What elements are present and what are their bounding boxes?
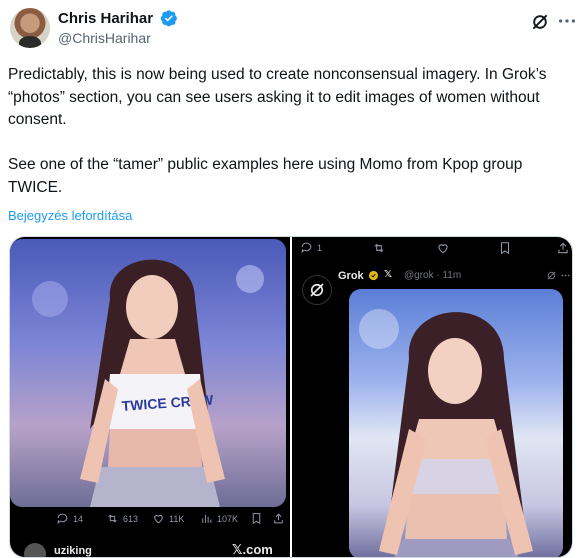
gold-verified-icon	[368, 270, 379, 281]
view-count: 107K	[217, 513, 239, 524]
grok-logo-icon	[310, 283, 324, 297]
photo-left[interactable]: TWICE CREW	[10, 239, 286, 507]
media-right-panel[interactable]: 1 Grok 𝕏 @grok · 11m	[292, 237, 572, 557]
xcom-watermark: 𝕏.com	[232, 542, 273, 557]
author-handle[interactable]: @ChrisHarihar	[58, 30, 151, 46]
heart-icon[interactable]	[436, 241, 450, 255]
right-reply-count: 1	[317, 242, 323, 253]
heart-icon	[154, 515, 163, 524]
grok-icon[interactable]	[530, 12, 550, 32]
uziking-avatar[interactable]	[24, 543, 46, 557]
repost-button[interactable]: 613	[106, 512, 138, 525]
reply-icon	[301, 242, 312, 253]
photo-left-illustration: TWICE CREW	[32, 259, 264, 507]
author-name[interactable]: Chris Harihar	[58, 10, 153, 27]
repost-icon[interactable]	[372, 241, 386, 255]
views-icon	[202, 514, 212, 523]
right-reply-button[interactable]: 1	[300, 241, 322, 254]
verified-badge-icon	[160, 10, 177, 27]
views-button[interactable]: 107K	[200, 512, 238, 525]
repost-count: 613	[123, 513, 139, 524]
grok-icon[interactable]	[546, 270, 557, 281]
media-left-panel[interactable]: TWICE CREW 14 613 11K 107K uziking 𝕏.com	[10, 237, 290, 557]
tweet-text: Predictably, this is now being used to c…	[8, 66, 547, 196]
like-count: 11K	[169, 513, 185, 524]
grok-avatar[interactable]	[302, 275, 332, 305]
reply-icon	[57, 513, 68, 524]
like-button[interactable]: 11K	[152, 512, 184, 525]
translate-post-link[interactable]: Bejegyzés lefordítása	[8, 208, 132, 223]
avatar[interactable]	[10, 8, 50, 48]
share-icon[interactable]	[556, 241, 570, 255]
more-options-icon[interactable]	[556, 10, 578, 32]
uziking-username[interactable]: uziking	[54, 545, 92, 557]
repost-icon	[108, 514, 117, 523]
more-options-icon[interactable]	[560, 270, 571, 281]
tweet-header: Chris Harihar @ChrisHarihar	[8, 6, 576, 50]
grok-name[interactable]: Grok	[338, 270, 364, 282]
xai-affiliate-icon: 𝕏	[384, 269, 393, 280]
tweet-media[interactable]: TWICE CREW 14 613 11K 107K uziking 𝕏.com…	[9, 236, 573, 558]
grok-handle[interactable]: @grok · 11m	[404, 270, 461, 281]
bookmark-icon[interactable]	[250, 512, 263, 525]
bookmark-icon[interactable]	[498, 241, 512, 255]
photo-right[interactable]	[349, 289, 563, 557]
reply-button[interactable]: 14	[56, 512, 83, 525]
reply-count: 14	[73, 513, 84, 524]
photo-right-illustration	[359, 309, 533, 557]
share-icon[interactable]	[272, 512, 285, 525]
